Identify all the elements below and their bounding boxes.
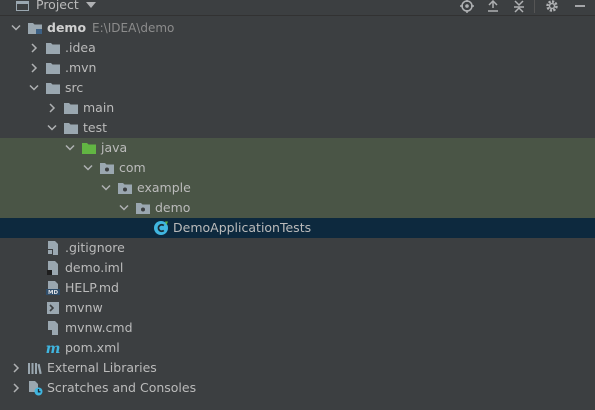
tree-item-label: demo <box>47 20 87 35</box>
tree-item-label: .gitignore <box>65 240 125 255</box>
tree-item[interactable]: main <box>0 98 595 118</box>
tree-item-label: demo.iml <box>65 260 124 275</box>
folder-icon <box>63 98 79 118</box>
chevron-right-icon[interactable] <box>28 58 40 78</box>
chevron-down-icon[interactable] <box>100 178 112 198</box>
tree-item-label: pom.xml <box>65 340 120 355</box>
tree-item-label: HELP.md <box>65 280 119 295</box>
package-icon <box>99 158 115 178</box>
libraries-icon <box>27 358 43 378</box>
tree-item-label: test <box>83 120 108 135</box>
tree-item[interactable]: .idea <box>0 38 595 58</box>
tree-item[interactable]: demo E:\IDEA\demo <box>0 18 595 38</box>
tree-item-label: example <box>137 180 191 195</box>
folder-icon <box>45 78 61 98</box>
tree-item[interactable]: Scratches and Consoles <box>0 378 595 398</box>
chevron-right-icon[interactable] <box>46 98 58 118</box>
tree-item[interactable]: demo.iml <box>0 258 595 278</box>
tree-item[interactable]: com <box>0 158 595 178</box>
scratches-icon <box>27 378 43 398</box>
chevron-down-icon[interactable] <box>86 2 96 8</box>
minimize-icon[interactable] <box>572 0 588 13</box>
toolbar-divider <box>534 0 535 13</box>
chevron-down-icon[interactable] <box>10 18 22 38</box>
folder-icon <box>45 38 61 58</box>
tree-item[interactable]: External Libraries <box>0 358 595 378</box>
tree-item-label: main <box>83 100 115 115</box>
project-toolbar: Project <box>0 0 595 16</box>
tree-item[interactable]: java <box>0 138 595 158</box>
tree-item[interactable]: MD HELP.md <box>0 278 595 298</box>
tree-item[interactable]: example <box>0 178 595 198</box>
project-window-icon <box>16 1 29 11</box>
tree-item[interactable]: mvnw.cmd <box>0 318 595 338</box>
expand-all-icon[interactable] <box>485 0 501 13</box>
project-view-title[interactable]: Project <box>36 0 79 12</box>
tree-item-label: Scratches and Consoles <box>47 380 197 395</box>
package-icon <box>135 198 151 218</box>
tree-item-label: com <box>119 160 146 175</box>
tree-item[interactable]: demo <box>0 198 595 218</box>
tree-item-label: src <box>65 80 84 95</box>
tree-item-label: .mvn <box>65 60 97 75</box>
shell-script-icon <box>45 298 61 318</box>
chevron-right-icon[interactable] <box>10 358 22 378</box>
svg-text:m: m <box>46 341 61 355</box>
tree-item[interactable]: .gitignore <box>0 238 595 258</box>
locate-icon[interactable] <box>459 0 475 13</box>
chevron-right-icon[interactable] <box>10 378 22 398</box>
tree-item[interactable]: .mvn <box>0 58 595 78</box>
tree-item-label: java <box>101 140 128 155</box>
tree-item[interactable]: DemoApplicationTests <box>0 218 595 238</box>
svg-text:MD: MD <box>48 290 58 296</box>
chevron-down-icon[interactable] <box>28 78 40 98</box>
folder-icon <box>63 118 79 138</box>
tree-item[interactable]: m pom.xml <box>0 338 595 358</box>
markdown-file-icon: MD <box>45 278 61 298</box>
chevron-down-icon[interactable] <box>118 198 130 218</box>
java-class-icon <box>153 218 169 238</box>
tree-item-label: mvnw.cmd <box>65 320 133 335</box>
iml-file-icon <box>45 258 61 278</box>
chevron-down-icon[interactable] <box>82 158 94 178</box>
tree-item[interactable]: mvnw <box>0 298 595 318</box>
gear-icon[interactable] <box>544 0 560 13</box>
chevron-down-icon[interactable] <box>64 138 76 158</box>
test-source-folder-icon <box>81 138 97 158</box>
tree-item-label: mvnw <box>65 300 103 315</box>
folder-icon <box>45 58 61 78</box>
tree-item-label: DemoApplicationTests <box>173 220 312 235</box>
tree-item-label: demo <box>155 200 191 215</box>
tree-item[interactable]: test <box>0 118 595 138</box>
collapse-all-icon[interactable] <box>511 0 527 13</box>
package-icon <box>117 178 133 198</box>
tree-item-path: E:\IDEA\demo <box>92 21 175 35</box>
tree-item-label: External Libraries <box>47 360 157 375</box>
tree-item[interactable]: src <box>0 78 595 98</box>
chevron-down-icon[interactable] <box>46 118 58 138</box>
maven-pom-icon: m <box>45 338 61 358</box>
gitignore-file-icon <box>45 238 61 258</box>
tree-item-label: .idea <box>65 40 96 55</box>
module-folder-icon <box>27 18 43 38</box>
cmd-file-icon <box>45 318 61 338</box>
chevron-right-icon[interactable] <box>28 38 40 58</box>
